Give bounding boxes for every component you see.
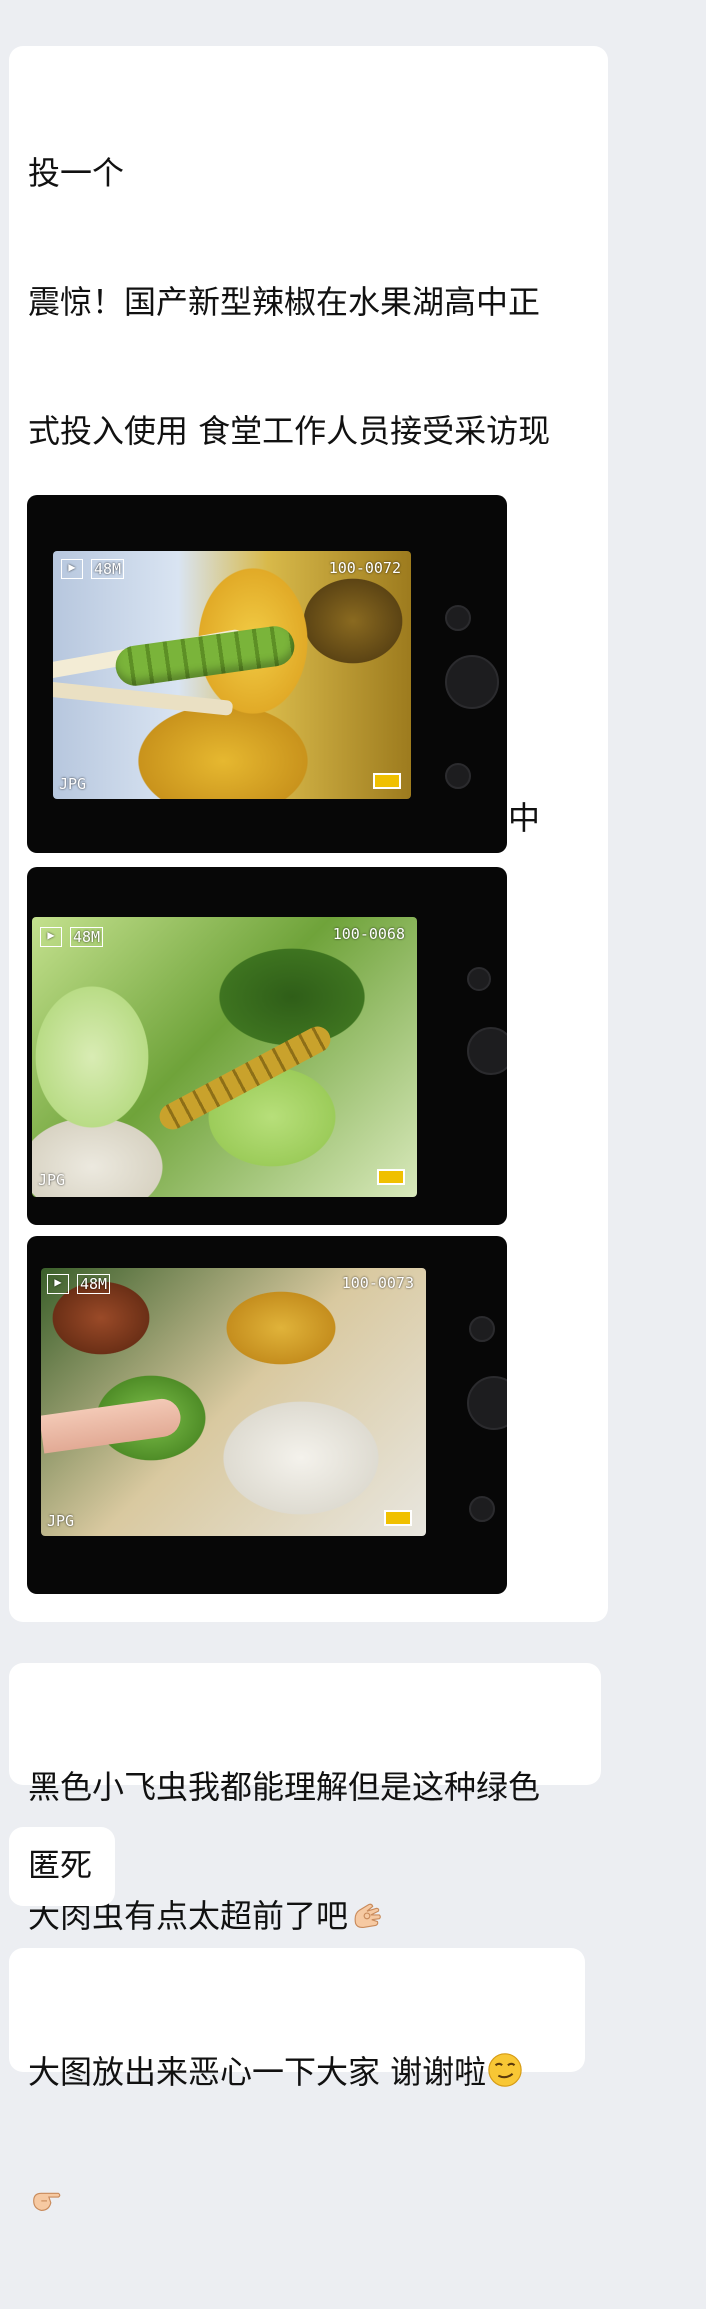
photo-caterpillar-chopsticks[interactable]: ▶ 48M 100-0072 JPG <box>27 495 507 853</box>
camera-file-number: 100-0068 <box>332 925 405 943</box>
pointing-hand-icon <box>33 2192 61 2211</box>
camera-file-number: 100-0073 <box>341 1274 414 1292</box>
camera-mode-icon: ▶ <box>61 559 83 579</box>
reply-line: 大图放出来恶心一下大家 谢谢啦 <box>28 2053 487 2091</box>
camera-screen: ▶ 48M 100-0073 JPG <box>41 1268 426 1536</box>
reply-line-with-emoji: 大图放出来恶心一下大家 谢谢啦 <box>28 2051 578 2094</box>
camera-format: JPG <box>59 775 87 793</box>
reply-message-bubble[interactable]: 大图放出来恶心一下大家 谢谢啦 <box>9 1948 585 2211</box>
camera-mode-icon: ▶ <box>47 1274 69 1294</box>
reply-line: 黑色小飞虫我都能理解但是这种绿色 <box>28 1768 541 1806</box>
post-line: 投一个 <box>28 154 125 192</box>
battery-icon <box>384 1510 412 1526</box>
camera-mode-icon: ▶ <box>40 927 62 947</box>
camera-format: JPG <box>47 1512 75 1530</box>
camera-format: JPG <box>38 1171 66 1189</box>
ok-hand-icon <box>354 1903 381 1929</box>
finger <box>41 1396 183 1454</box>
camera-button <box>445 763 471 789</box>
battery-icon <box>377 1169 405 1185</box>
camera-screen: ▶ 48M 100-0072 JPG <box>53 551 411 799</box>
camera-dial <box>445 655 499 709</box>
reply-text: 匿死 <box>28 1846 93 1884</box>
emoji-line <box>28 2180 578 2223</box>
camera-screen: ▶ 48M 100-0068 JPG <box>32 917 417 1197</box>
yellow-caterpillar <box>155 1021 335 1135</box>
camera-resolution: 48M <box>70 927 104 947</box>
reply-line-with-emoji: 大肉虫有点太超前了吧 <box>28 1895 593 1938</box>
photo-lunch-tray[interactable]: ▶ 48M 100-0073 JPG <box>27 1236 507 1594</box>
post-line: 式投入使用 食堂工作人员接受采访现 <box>28 412 551 450</box>
smirk-face-icon <box>488 2053 522 2087</box>
camera-resolution: 48M <box>91 559 125 579</box>
camera-button <box>467 967 491 991</box>
camera-button <box>469 1316 495 1342</box>
camera-button <box>469 1496 495 1522</box>
camera-resolution: 48M <box>77 1274 111 1294</box>
battery-icon <box>373 773 401 789</box>
post-line: 震惊！国产新型辣椒在水果湖高中正 <box>28 283 541 321</box>
camera-dial <box>467 1027 507 1075</box>
reply-text: 大图放出来恶心一下大家 谢谢啦 <box>28 1965 578 2309</box>
green-caterpillar <box>113 623 297 689</box>
photo-bokchoy-caterpillar[interactable]: ▶ 48M 100-0068 JPG <box>27 867 507 1225</box>
camera-button <box>445 605 471 631</box>
reply-message-bubble[interactable]: 匿死 <box>9 1827 115 1906</box>
reply-message-bubble[interactable]: 黑色小飞虫我都能理解但是这种绿色 大肉虫有点太超前了吧 <box>9 1663 601 1935</box>
camera-dial <box>467 1376 507 1430</box>
camera-file-number: 100-0072 <box>328 559 401 577</box>
chopstick-bottom <box>53 681 234 716</box>
